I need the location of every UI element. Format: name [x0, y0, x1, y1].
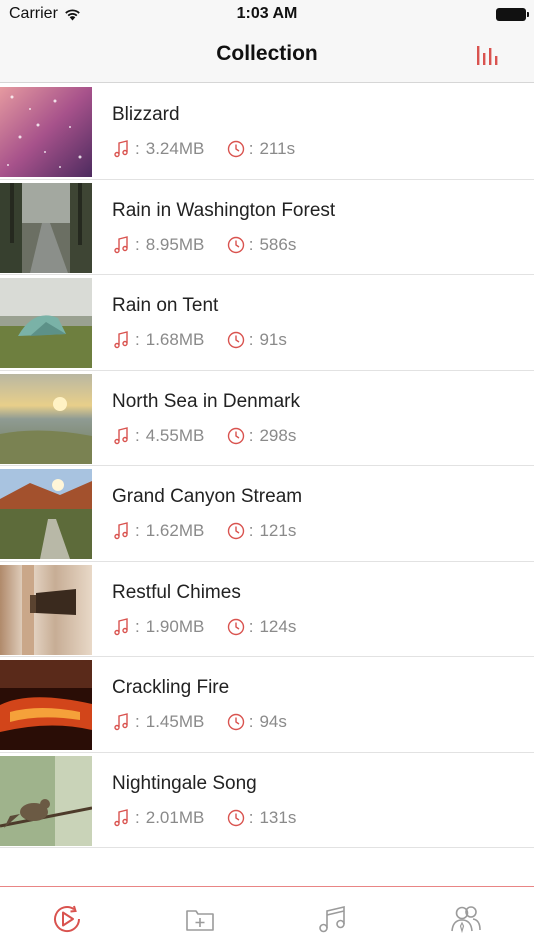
meta-colon: : — [135, 521, 140, 540]
file-size: 8.95MB — [145, 234, 205, 254]
navigation-bar: Collection — [0, 28, 534, 83]
music-note-icon[interactable] — [316, 902, 350, 936]
file-size: 4.55MB — [145, 425, 205, 445]
file-size: 1.68MB — [145, 330, 205, 349]
meta-colon: : — [248, 712, 254, 731]
list-item[interactable]: Rain in Washington Forest : 8.95MB : 586… — [0, 180, 534, 275]
item-title: Crackling Fire — [112, 677, 230, 698]
status-time: 1:03 AM — [236, 5, 298, 22]
item-title: Nightingale Song — [112, 772, 257, 794]
page-title: Collection — [216, 42, 318, 65]
clock-icon — [227, 427, 244, 444]
users-icon[interactable] — [449, 902, 483, 936]
thumbnail-embers — [0, 660, 92, 750]
duration: 298s — [259, 425, 297, 445]
music-note-icon — [114, 140, 128, 158]
music-note-icon — [114, 235, 128, 253]
thumbnail-bird — [0, 755, 92, 846]
thumbnail-sea-sunset — [0, 373, 92, 464]
meta-colon: : — [248, 330, 254, 349]
meta-colon: : — [135, 234, 140, 254]
item-title: Grand Canyon Stream — [112, 486, 303, 507]
music-note-icon — [114, 713, 128, 731]
music-note-icon — [114, 426, 128, 444]
meta-colon: : — [248, 807, 254, 827]
meta-colon: : — [248, 234, 254, 254]
item-title: Rain in Washington Forest — [112, 199, 336, 221]
item-meta: : 1.90MB : 124s — [112, 617, 296, 637]
clock-icon — [227, 236, 244, 253]
list-item[interactable]: Nightingale Song : 2.01MB : 131s — [0, 753, 534, 848]
add-folder-icon[interactable] — [183, 902, 217, 936]
list-item[interactable]: North Sea in Denmark : 4.55MB : 298s — [0, 371, 534, 466]
duration: 124s — [259, 616, 297, 636]
music-note-icon — [114, 808, 128, 826]
thumbnail-snowfall — [0, 87, 92, 177]
play-circle-icon[interactable] — [50, 902, 84, 936]
duration: 91s — [259, 330, 287, 349]
clock-icon — [227, 331, 244, 349]
sound-list: Blizzard : 3.24MB : 211s Rain in Washing… — [0, 84, 534, 848]
duration: 121s — [259, 521, 297, 540]
item-title: North Sea in Denmark — [112, 390, 300, 412]
duration: 131s — [259, 807, 297, 827]
duration: 586s — [259, 234, 297, 254]
file-size: 2.01MB — [145, 807, 205, 827]
music-note-icon — [114, 331, 128, 349]
list-item[interactable]: Rain on Tent : 1.68MB : 91s — [0, 275, 534, 371]
clock-icon — [227, 140, 244, 158]
list-item[interactable]: Restful Chimes : 1.90MB : 124s — [0, 562, 534, 657]
list-item[interactable]: Blizzard : 3.24MB : 211s — [0, 84, 534, 180]
file-size: 1.45MB — [145, 712, 205, 731]
meta-colon: : — [248, 425, 254, 445]
thumbnail-forest-path — [0, 182, 92, 273]
status-bar: Carrier 1:03 AM — [0, 0, 534, 28]
item-meta: : 1.62MB : 121s — [112, 521, 296, 541]
file-size: 1.62MB — [145, 521, 205, 540]
equalizer-icon[interactable] — [474, 42, 500, 68]
battery-icon — [496, 8, 529, 21]
file-size: 3.24MB — [145, 139, 205, 158]
clock-icon — [227, 713, 244, 731]
item-title: Restful Chimes — [112, 581, 241, 603]
item-title: Blizzard — [112, 104, 180, 125]
item-meta: : 1.68MB : 91s — [112, 330, 287, 350]
duration: 211s — [259, 139, 296, 158]
item-meta: : 2.01MB : 131s — [112, 808, 296, 828]
music-note-icon — [114, 617, 128, 635]
item-meta: : 8.95MB : 586s — [112, 235, 296, 255]
duration: 94s — [259, 712, 287, 731]
item-meta: : 3.24MB : 211s — [112, 139, 295, 159]
list-item[interactable]: Crackling Fire : 1.45MB : 94s — [0, 657, 534, 753]
meta-colon: : — [248, 521, 254, 540]
tab-bar — [0, 886, 534, 950]
item-title: Rain on Tent — [112, 295, 219, 316]
meta-colon: : — [248, 139, 254, 158]
music-note-icon — [114, 522, 128, 540]
meta-colon: : — [135, 330, 140, 349]
thumbnail-tent — [0, 278, 92, 368]
thumbnail-canyon-stream — [0, 469, 92, 559]
file-size: 1.90MB — [145, 616, 205, 636]
clock-icon — [227, 522, 244, 540]
list-item[interactable]: Grand Canyon Stream : 1.62MB : 121s — [0, 466, 534, 562]
clock-icon — [227, 809, 244, 826]
meta-colon: : — [135, 139, 140, 158]
meta-colon: : — [135, 616, 140, 636]
item-meta: : 4.55MB : 298s — [112, 426, 296, 446]
meta-colon: : — [135, 807, 140, 827]
meta-colon: : — [248, 616, 254, 636]
meta-colon: : — [135, 712, 140, 731]
meta-colon: : — [135, 425, 140, 445]
thumbnail-chime — [0, 564, 92, 655]
item-meta: : 1.45MB : 94s — [112, 712, 287, 732]
clock-icon — [227, 618, 244, 635]
